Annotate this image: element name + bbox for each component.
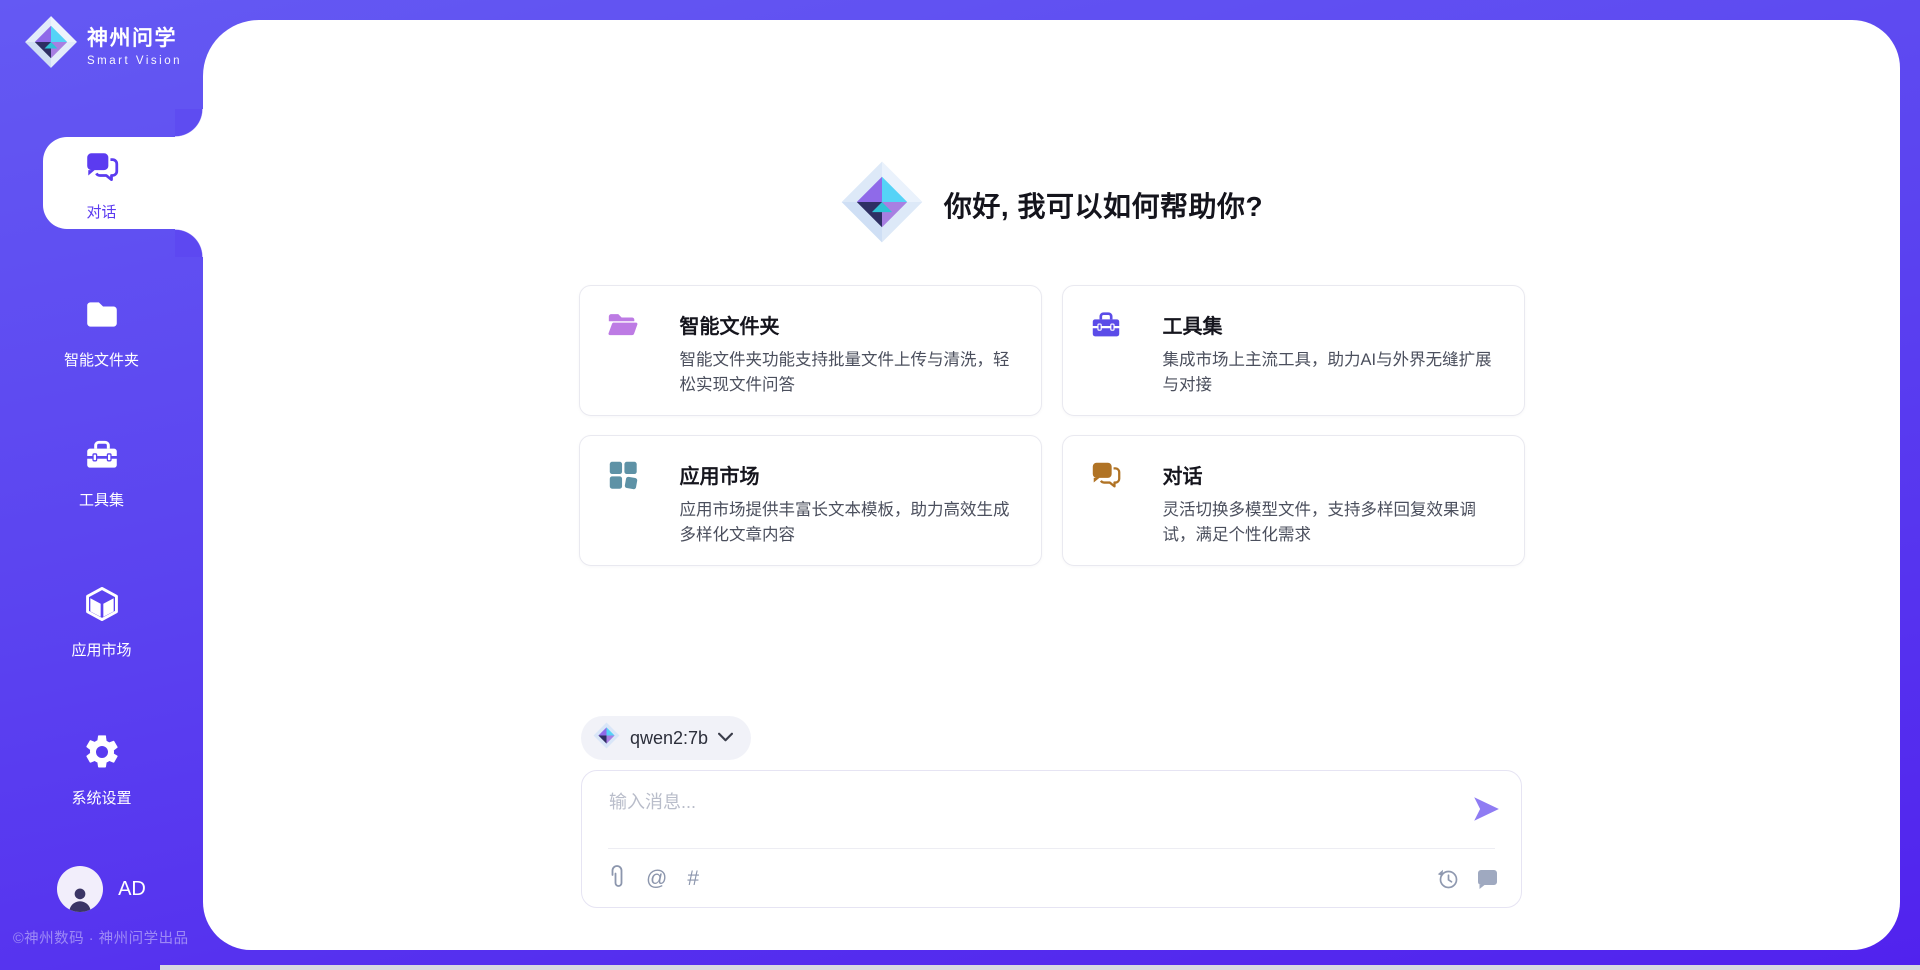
copyright-text: ©神州数码 · 神州问学出品 [13,927,189,948]
card-description: 灵活切换多模型文件，支持多样回复效果调试，满足个性化需求 [1163,498,1498,548]
card-title: 对话 [1163,460,1498,489]
card-title: 工具集 [1163,310,1498,339]
horizontal-scrollbar[interactable] [160,965,1920,970]
chevron-down-icon [718,729,733,747]
model-selector[interactable]: qwen2:7b [581,716,751,760]
sidebar-item-chat[interactable]: 对话 [0,148,203,222]
card-description: 集成市场上主流工具，助力AI与外界无缝扩展与对接 [1163,348,1498,398]
person-icon [65,884,95,912]
brand-text: 神州问学 Smart Vision [87,22,182,67]
sidebar-item-label: 智能文件夹 [64,349,139,370]
folder-open-icon [606,308,640,342]
chat-bubble-icon[interactable] [1476,868,1499,890]
sidebar-item-smart-folder[interactable]: 智能文件夹 [0,296,203,370]
user-initials: AD [118,878,146,901]
sidebar-item-label: 系统设置 [71,787,131,808]
send-button[interactable] [1471,795,1501,823]
diamond-logo-icon [593,722,620,754]
folder-icon [83,296,121,339]
main-content-panel: 你好, 我可以如何帮助你? 智能文件夹 智能文件夹功能支持批量文件上传与清洗，轻… [203,20,1900,950]
message-composer: @ # [581,770,1522,908]
sidebar-item-label: 工具集 [79,489,124,510]
history-icon[interactable] [1436,867,1460,891]
grid-icon [606,458,640,492]
model-name: qwen2:7b [630,728,708,749]
message-input[interactable] [609,788,1429,842]
gear-icon [82,732,122,777]
at-icon[interactable]: @ [646,868,667,889]
brand-logo-row: 神州问学 Smart Vision [24,15,182,74]
brand-subtitle: Smart Vision [87,55,182,67]
diamond-logo-icon [24,15,78,74]
chat-icon [83,148,121,191]
avatar [57,866,103,912]
card-title: 智能文件夹 [680,310,1015,339]
briefcase-icon [1089,308,1123,342]
cube-icon [82,584,122,629]
sidebar-item-app-market[interactable]: 应用市场 [0,584,203,660]
card-chat[interactable]: 对话 灵活切换多模型文件，支持多样回复效果调试，满足个性化需求 [1062,435,1525,566]
user-profile[interactable]: AD [0,866,203,912]
sidebar-item-label: 应用市场 [71,639,131,660]
send-icon [1471,795,1501,823]
composer-toolbar: @ # [608,865,699,891]
chat-icon [1089,458,1123,492]
greeting-title: 你好, 我可以如何帮助你? [944,185,1263,225]
composer-right-actions [1436,867,1499,891]
sidebar-item-toolbox[interactable]: 工具集 [0,436,203,510]
card-app-market[interactable]: 应用市场 应用市场提供丰富长文本模板，助力高效生成多样化文章内容 [579,435,1042,566]
card-description: 智能文件夹功能支持批量文件上传与清洗，轻松实现文件问答 [680,348,1015,398]
greeting-row: 你好, 我可以如何帮助你? [840,160,1263,249]
brand-name: 神州问学 [87,22,182,52]
sidebar-item-label: 对话 [86,201,116,222]
card-toolbox[interactable]: 工具集 集成市场上主流工具，助力AI与外界无缝扩展与对接 [1062,285,1525,416]
card-description: 应用市场提供丰富长文本模板，助力高效生成多样化文章内容 [680,498,1015,548]
card-smart-folder[interactable]: 智能文件夹 智能文件夹功能支持批量文件上传与清洗，轻松实现文件问答 [579,285,1042,416]
paperclip-icon[interactable] [608,865,626,891]
hash-icon[interactable]: # [687,868,699,889]
sidebar: 神州问学 Smart Vision 对话 智能文件夹 [0,0,203,970]
composer-section: qwen2:7b @ [581,716,1522,908]
feature-cards: 智能文件夹 智能文件夹功能支持批量文件上传与清洗，轻松实现文件问答 工具集 集成… [579,285,1525,566]
card-title: 应用市场 [680,460,1015,489]
composer-divider [608,848,1495,849]
sidebar-item-settings[interactable]: 系统设置 [0,732,203,808]
toolbox-icon [83,436,121,479]
diamond-logo-icon [840,160,924,249]
